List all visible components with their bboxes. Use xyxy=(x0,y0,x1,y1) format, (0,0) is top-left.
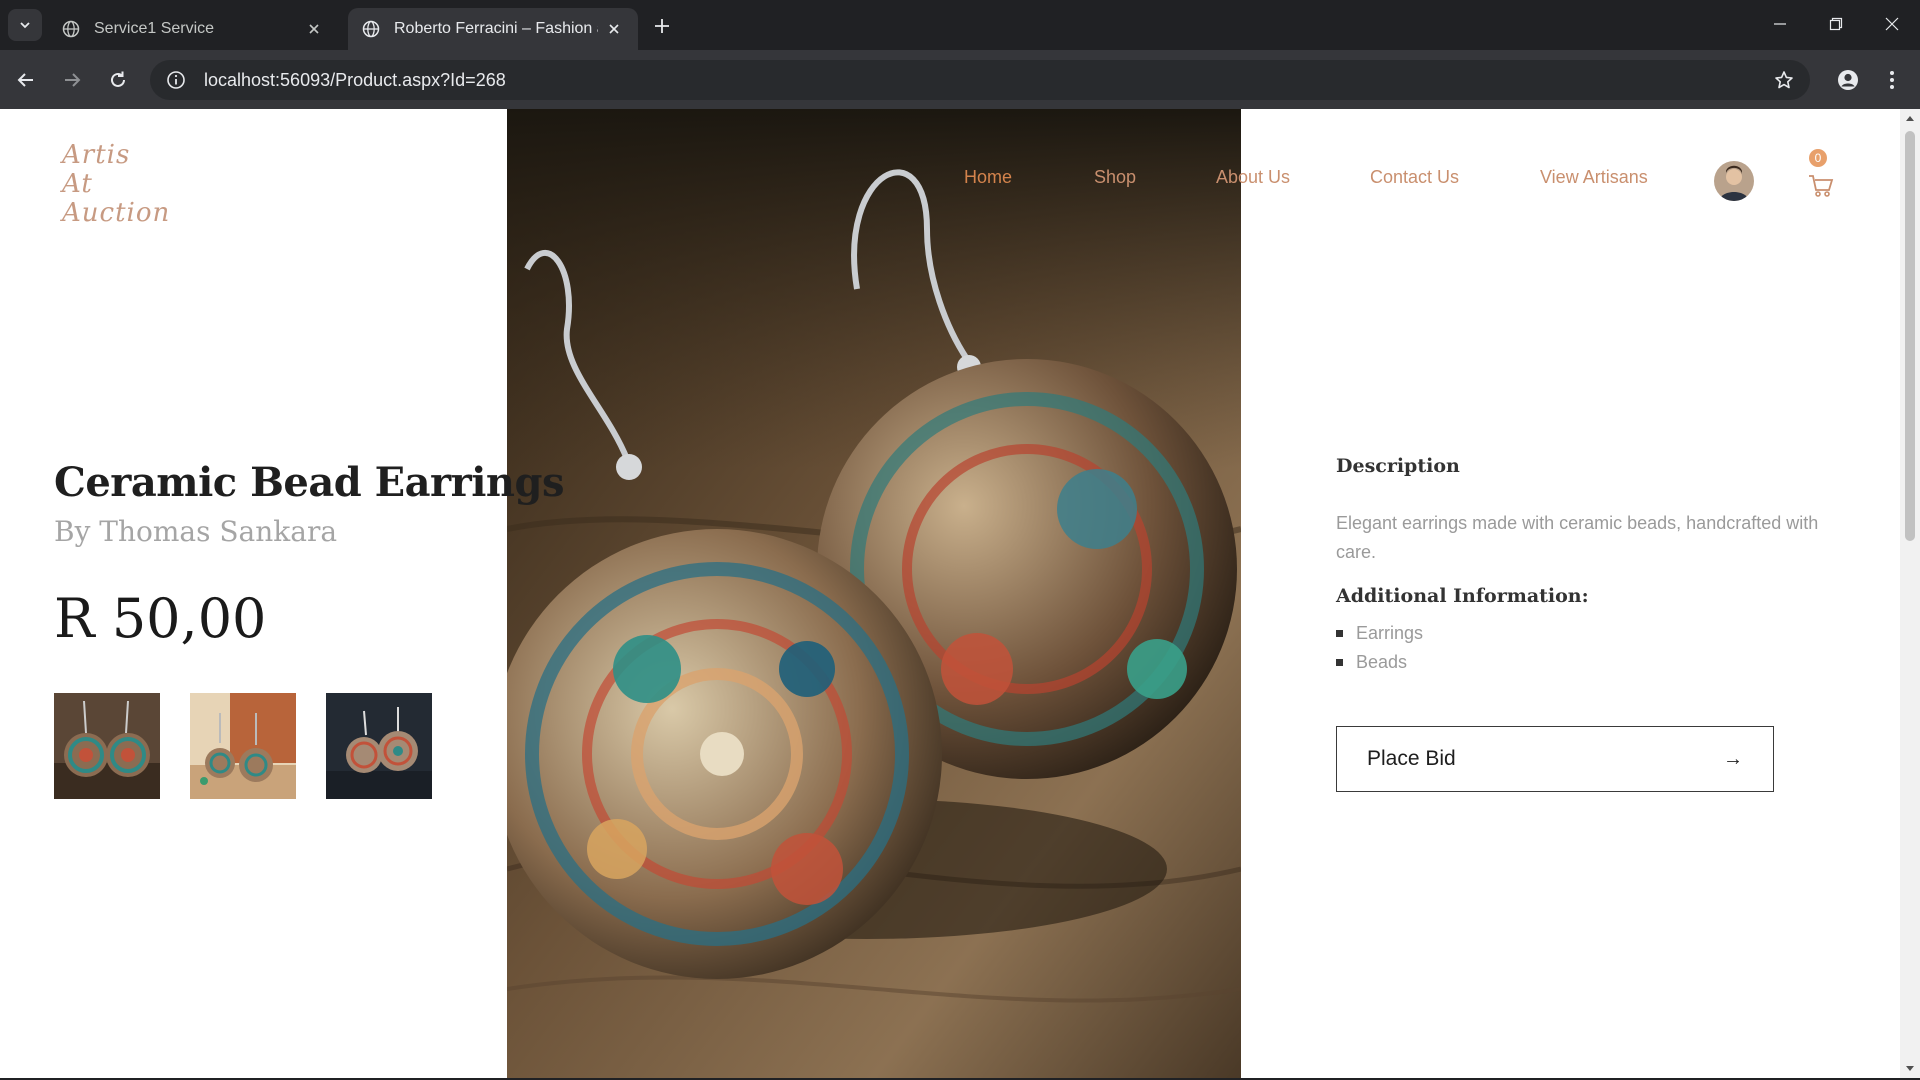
address-bar[interactable]: localhost:56093/Product.aspx?Id=268 xyxy=(150,60,1810,100)
scrollbar-thumb[interactable] xyxy=(1905,131,1915,541)
description-heading: Description xyxy=(1336,455,1460,477)
tab-search-button[interactable] xyxy=(8,9,42,41)
minimize-button[interactable] xyxy=(1752,0,1808,48)
product-price: R 50,00 xyxy=(54,587,267,650)
tab-service1[interactable]: Service1 Service xyxy=(48,8,338,50)
more-vert-icon xyxy=(1890,71,1894,89)
additional-info-list: Earrings Beads xyxy=(1336,619,1423,677)
forward-button[interactable] xyxy=(56,64,88,96)
profile-icon xyxy=(1838,70,1858,90)
cart-count-badge: 0 xyxy=(1809,149,1827,167)
close-window-button[interactable] xyxy=(1864,0,1920,48)
place-bid-button[interactable]: Place Bid → xyxy=(1336,726,1774,792)
close-icon[interactable] xyxy=(304,19,324,39)
cart-button[interactable] xyxy=(1806,162,1836,202)
chevron-down-icon xyxy=(20,22,30,29)
browser-tabstrip: Service1 Service Roberto Ferracini – Fas… xyxy=(0,0,1920,50)
tab-title: Roberto Ferracini – Fashion and xyxy=(394,20,598,37)
product-title: Ceramic Bead Earrings xyxy=(54,459,564,506)
window-controls xyxy=(1752,0,1920,50)
place-bid-label: Place Bid xyxy=(1367,747,1456,770)
product-thumbnail[interactable] xyxy=(326,693,432,799)
globe-icon xyxy=(362,20,380,38)
nav-shop[interactable]: Shop xyxy=(1094,167,1136,188)
restore-button[interactable] xyxy=(1808,0,1864,48)
main-navigation: Home Shop About Us Contact Us View Artis… xyxy=(0,167,1900,207)
cart-icon xyxy=(1809,175,1834,197)
tab-title: Service1 Service xyxy=(94,20,215,37)
arrow-left-icon xyxy=(17,73,33,87)
plus-icon xyxy=(655,19,669,33)
close-icon xyxy=(1885,17,1899,31)
close-icon[interactable] xyxy=(604,19,624,39)
product-thumbnail[interactable] xyxy=(54,693,160,799)
arrow-right-icon xyxy=(65,73,81,87)
reload-icon xyxy=(111,71,125,87)
browser-toolbar: localhost:56093/Product.aspx?Id=268 xyxy=(0,50,1920,109)
description-text: Elegant earrings made with ceramic beads… xyxy=(1336,513,1819,562)
arrow-right-icon: → xyxy=(1723,747,1743,770)
nav-about-us[interactable]: About Us xyxy=(1216,167,1290,188)
product-page: Artis At Auction Home Shop About Us Cont… xyxy=(0,109,1900,1078)
product-hero-image xyxy=(507,109,1241,1078)
avatar[interactable] xyxy=(1714,161,1754,201)
new-tab-button[interactable] xyxy=(648,12,676,40)
restore-icon xyxy=(1829,17,1843,31)
reload-button[interactable] xyxy=(102,64,134,96)
additional-info-heading: Additional Information: xyxy=(1336,585,1589,607)
globe-icon xyxy=(62,20,80,38)
tab-roberto-ferracini[interactable]: Roberto Ferracini – Fashion and xyxy=(348,8,638,50)
info-icon[interactable] xyxy=(156,60,196,100)
list-item: Beads xyxy=(1336,648,1423,677)
list-item: Earrings xyxy=(1336,619,1423,648)
nav-view-artisans[interactable]: View Artisans xyxy=(1540,167,1648,188)
back-button[interactable] xyxy=(10,64,42,96)
profile-button[interactable] xyxy=(1832,64,1864,96)
scroll-up-icon[interactable] xyxy=(1905,113,1915,123)
product-artist[interactable]: By Thomas Sankara xyxy=(54,515,337,548)
logo-line: Artis xyxy=(62,140,131,170)
product-thumbnail[interactable] xyxy=(190,693,296,799)
menu-button[interactable] xyxy=(1876,64,1908,96)
scroll-down-icon[interactable] xyxy=(1905,1064,1915,1074)
nav-contact-us[interactable]: Contact Us xyxy=(1370,167,1459,188)
minimize-icon xyxy=(1774,23,1786,25)
url-text[interactable]: localhost:56093/Product.aspx?Id=268 xyxy=(204,70,1764,91)
nav-home[interactable]: Home xyxy=(964,167,1012,188)
page-scrollbar[interactable] xyxy=(1900,109,1920,1078)
bookmark-star-icon[interactable] xyxy=(1764,60,1804,100)
